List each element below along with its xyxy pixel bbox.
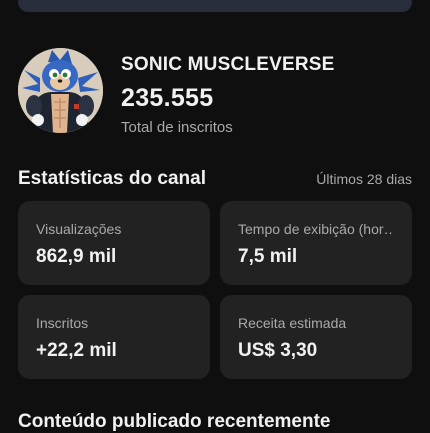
avatar-image [18, 48, 103, 133]
stat-card-revenue[interactable]: Receita estimada US$ 3,30 [220, 295, 412, 379]
stat-card-watch-time[interactable]: Tempo de exibição (hor… 7,5 mil [220, 201, 412, 285]
channel-name[interactable]: SONIC MUSCLEVERSE [121, 54, 335, 76]
stat-card-label: Visualizações [36, 221, 122, 237]
stats-cards: Visualizações 862,9 mil Tempo de exibiçã… [18, 201, 412, 379]
channel-avatar[interactable] [18, 48, 103, 133]
stat-card-label: Inscritos [36, 315, 89, 331]
subscriber-label: Total de inscritos [121, 119, 233, 136]
stat-card-views[interactable]: Visualizações 862,9 mil [18, 201, 210, 285]
stat-card-label: Tempo de exibição (hor… [238, 221, 394, 237]
stat-card-value: US$ 3,30 [238, 340, 318, 361]
stat-card-value: 862,9 mil [36, 246, 117, 267]
stat-card-label: Receita estimada [238, 315, 347, 331]
subscriber-count: 235.555 [121, 84, 214, 112]
stat-card-subscribers[interactable]: Inscritos +22,2 mil [18, 295, 210, 379]
stat-card-value: +22,2 mil [36, 340, 117, 361]
channel-info: SONIC MUSCLEVERSE 235.555 Total de inscr… [121, 54, 335, 136]
top-banner[interactable] [18, 0, 412, 12]
channel-header: SONIC MUSCLEVERSE 235.555 Total de inscr… [18, 48, 412, 138]
stats-title: Estatísticas do canal [18, 168, 206, 189]
stats-range: Últimos 28 dias [316, 171, 412, 187]
stat-card-value: 7,5 mil [238, 246, 298, 267]
stats-section-header: Estatísticas do canal Últimos 28 dias [18, 168, 412, 190]
